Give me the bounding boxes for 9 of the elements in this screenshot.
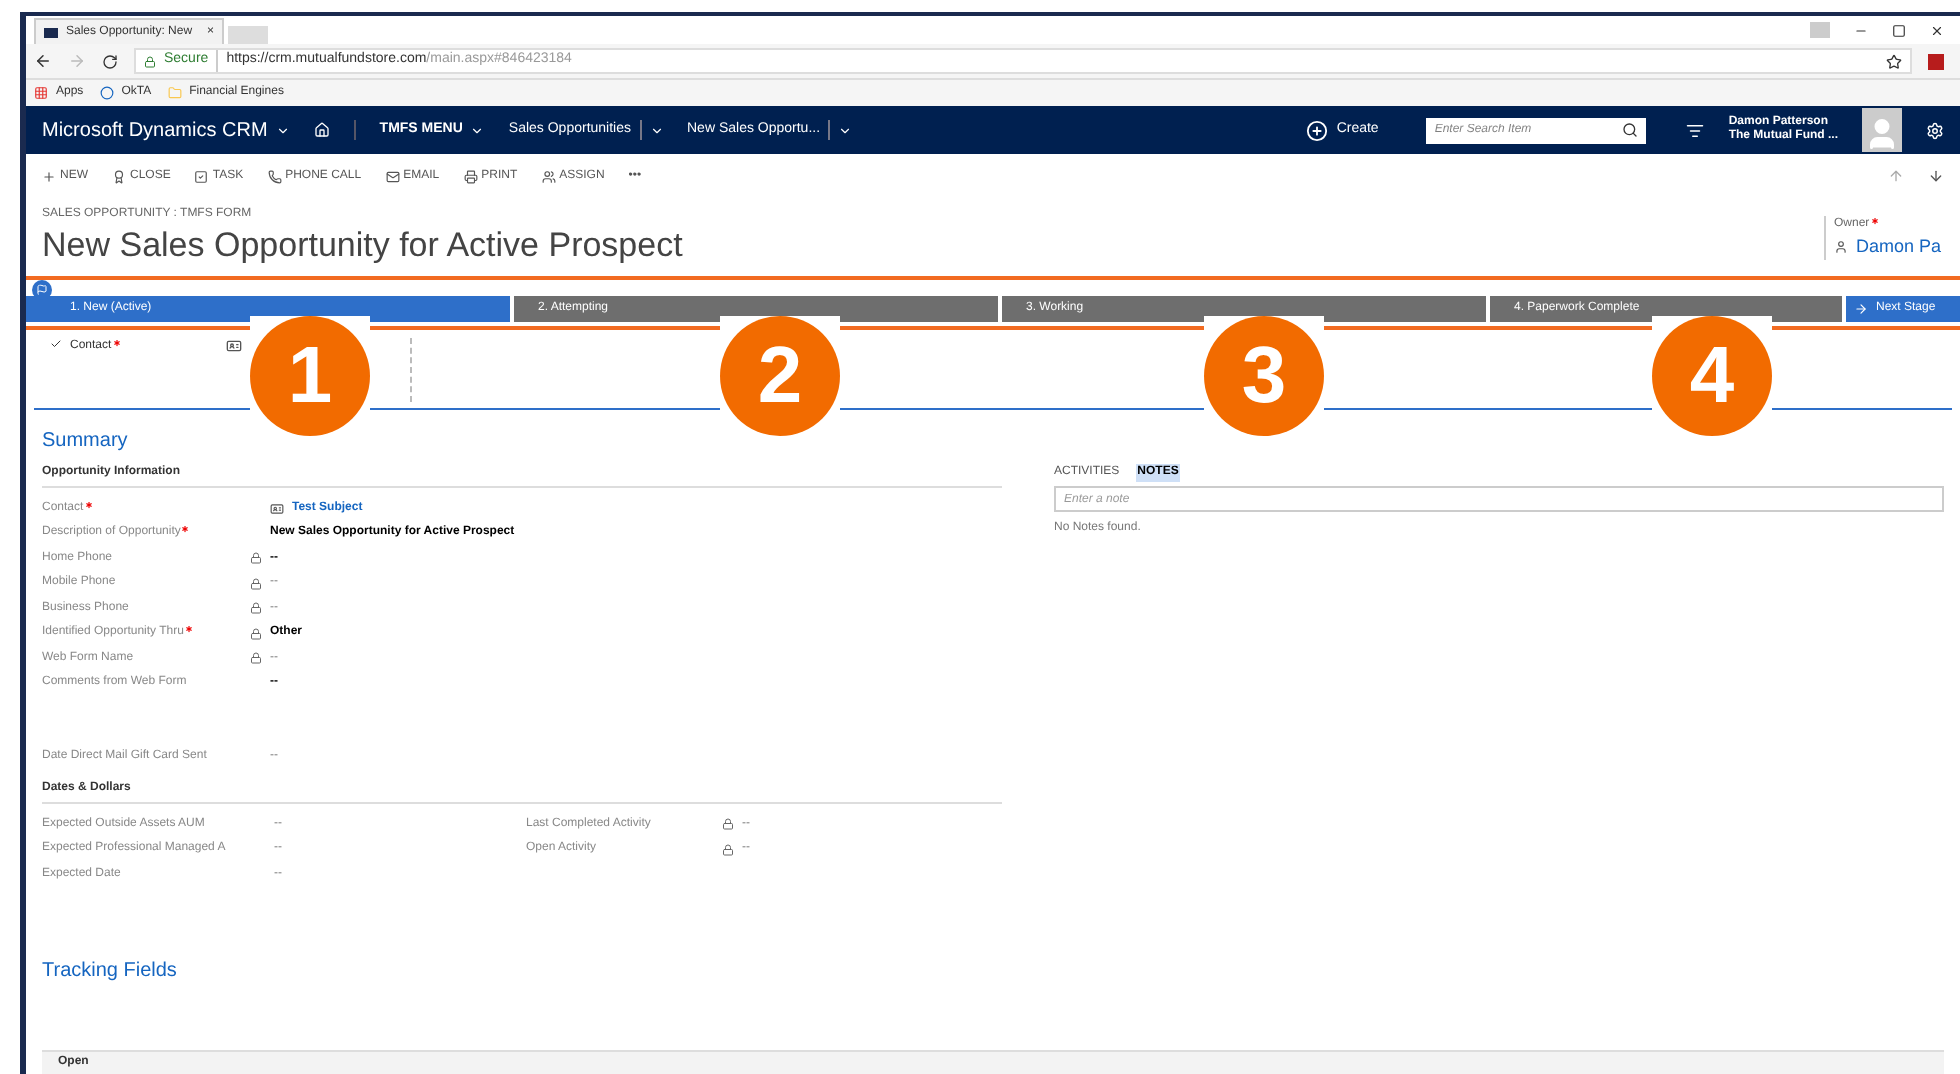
annotation-badge: 1 bbox=[250, 316, 370, 436]
annotation-badge: 2 bbox=[720, 316, 840, 436]
brand-menu[interactable]: Microsoft Dynamics CRM bbox=[42, 115, 268, 145]
record-title: New Sales Opportunity for Active Prospect bbox=[42, 224, 683, 268]
owner-link[interactable]: Damon Pa bbox=[1856, 234, 1942, 261]
tracking-title: Tracking Fields bbox=[42, 957, 179, 985]
annotation-badge: 4 bbox=[1652, 316, 1772, 436]
annotation-badge: 3 bbox=[1204, 316, 1324, 436]
summary-title: Summary bbox=[42, 428, 130, 456]
